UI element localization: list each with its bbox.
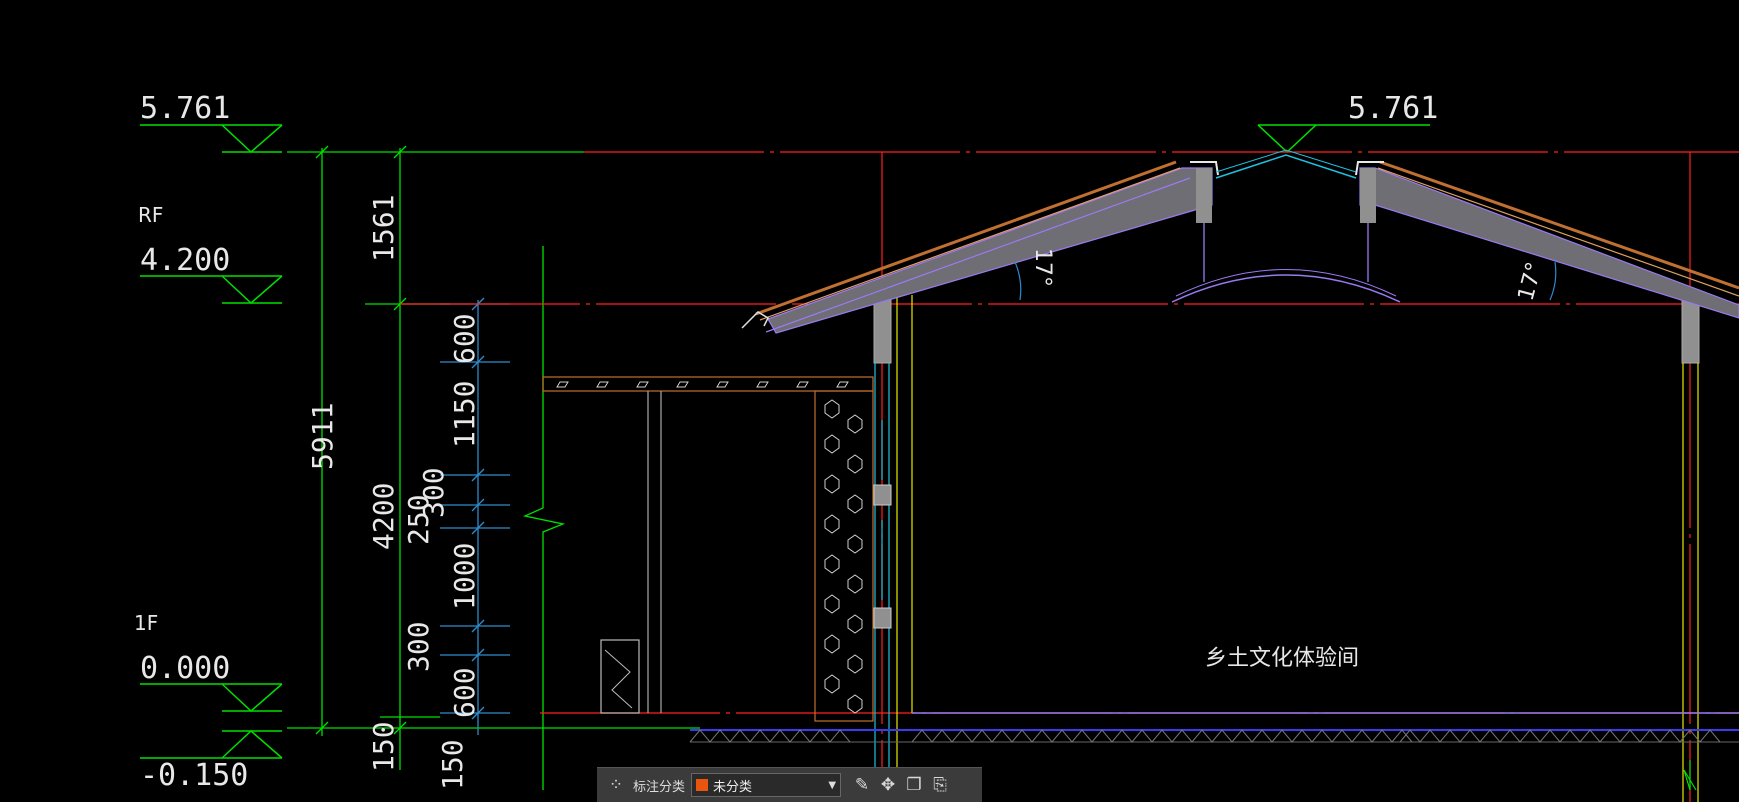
level-text-rf: 4.200 xyxy=(140,243,230,278)
svg-text:17°: 17° xyxy=(1514,259,1548,303)
roof-left-slope xyxy=(741,160,1219,334)
move-icon[interactable]: ✥ xyxy=(875,772,901,798)
level-text-top-right: 5.761 xyxy=(1348,91,1438,126)
main-wall-left xyxy=(873,294,913,802)
level-text-ground: -0.150 xyxy=(140,758,248,793)
chevron-down-icon: ▼ xyxy=(828,779,837,791)
dim-seg-250: 250 xyxy=(402,494,435,545)
dim-seg-1000: 1000 xyxy=(448,543,481,610)
dim-floor: 4200 xyxy=(367,483,400,550)
roof-right-slope xyxy=(1355,160,1739,319)
level-symbol-top-left: 5.761 xyxy=(140,91,283,154)
edit-icon[interactable]: ✎ xyxy=(849,772,875,798)
category-color-swatch xyxy=(696,779,709,791)
dim-seg-150: 150 xyxy=(436,739,469,790)
paste-icon[interactable]: ⎘ xyxy=(927,772,953,798)
level-label-1f: 1F xyxy=(134,611,158,635)
dim-seg-600b: 600 xyxy=(448,667,481,718)
level-symbol-1f: 1F 0.000 xyxy=(134,611,283,713)
angle-annotation-right: 17° xyxy=(1514,259,1557,304)
dim-base: 150 xyxy=(367,721,400,772)
level-symbol-top-right: 5.761 xyxy=(1257,91,1438,154)
level-label-rf: RF xyxy=(138,203,163,227)
annotation-toolbar: ⁘ 标注分类 未分类 ▼ ✎ ✥ ❐ ⎘ xyxy=(597,767,982,802)
level-text-top-left: 5.761 xyxy=(140,91,230,126)
left-wing-structure xyxy=(542,376,874,722)
category-label: 标注分类 xyxy=(633,779,686,795)
category-dropdown[interactable]: 未分类 ▼ xyxy=(691,773,842,797)
dim-roof: 1561 xyxy=(367,195,400,262)
svg-text:17°: 17° xyxy=(1030,248,1055,287)
room-label: 乡土文化体验间 xyxy=(1205,646,1359,671)
category-selected-value: 未分类 xyxy=(713,779,753,795)
dim-seg-300b: 300 xyxy=(402,621,435,672)
dim-seg-600: 600 xyxy=(448,313,481,364)
copy-icon[interactable]: ❐ xyxy=(901,772,927,798)
level-text-1f: 0.000 xyxy=(140,651,230,686)
level-symbol-ground: -0.150 xyxy=(140,729,283,793)
dim-total: 5911 xyxy=(306,403,339,470)
dimension-lines-green xyxy=(287,145,700,790)
grid-apps-icon[interactable]: ⁘ xyxy=(603,772,629,798)
cad-drawing-canvas[interactable]: 5.761 RF 4.200 1F 0.000 -0.150 5.761 591… xyxy=(0,0,1739,802)
level-symbol-rf: RF 4.200 xyxy=(138,203,283,305)
dim-seg-1150: 1150 xyxy=(448,381,481,448)
